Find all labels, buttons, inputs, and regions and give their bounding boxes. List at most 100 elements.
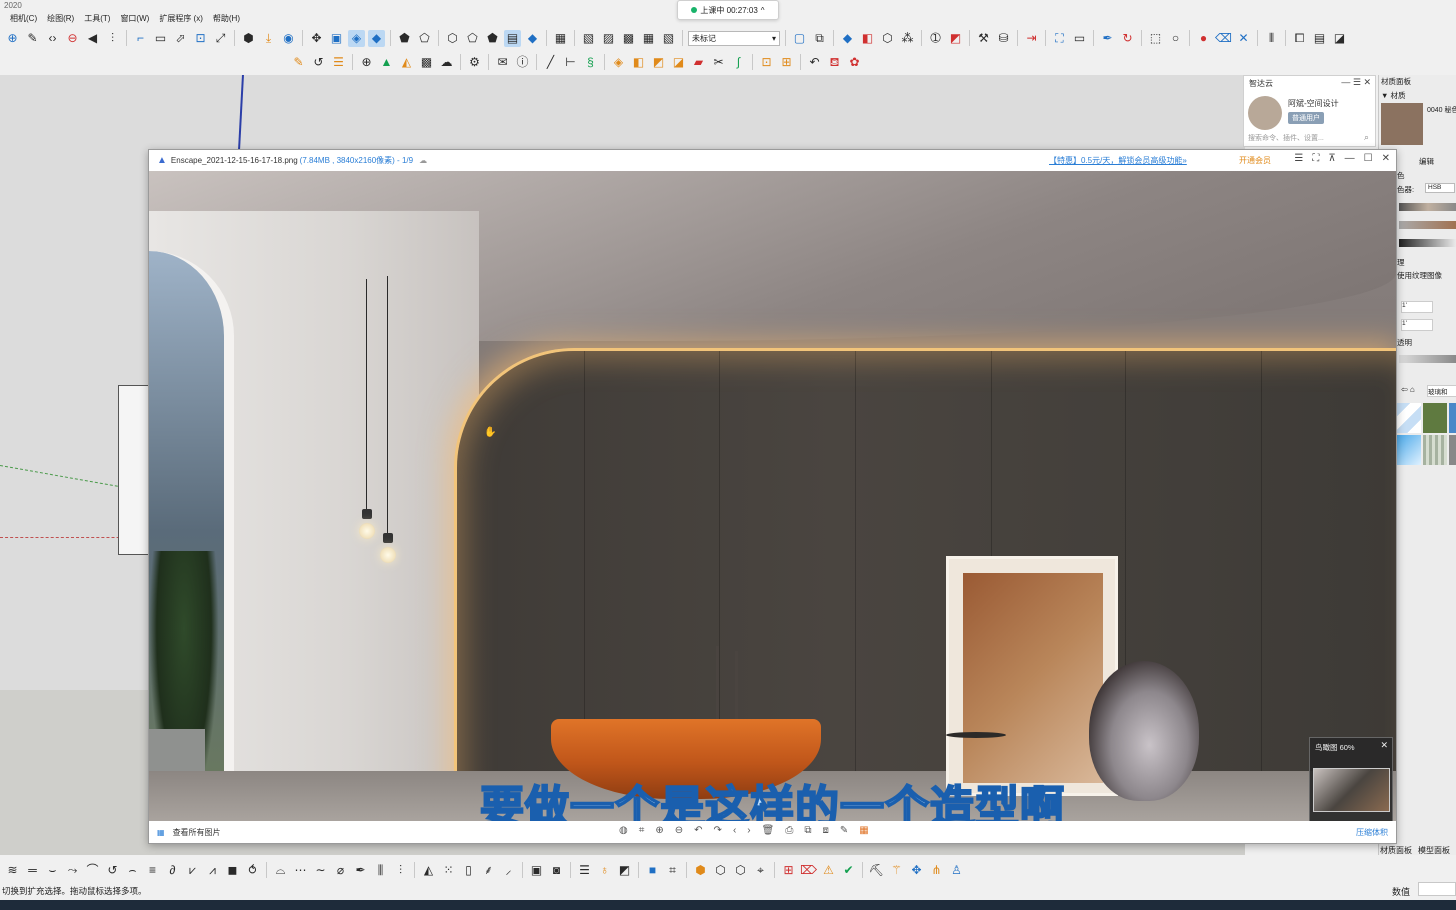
dots-icon[interactable]: ⁂ — [899, 30, 916, 47]
model-geometry[interactable] — [118, 385, 150, 555]
opacity-slider[interactable] — [1399, 355, 1456, 363]
copy-icon[interactable]: ⧉ — [804, 825, 811, 836]
book-icon[interactable]: ◆ — [524, 30, 541, 47]
fork-icon[interactable]: ⋔ — [928, 862, 945, 879]
back-arrow-icon[interactable]: ⇦ ⌂ — [1401, 385, 1415, 394]
window-icon[interactable]: ⧠ — [1291, 30, 1308, 47]
s-curve-icon[interactable]: § — [582, 54, 599, 71]
material-swatch[interactable] — [1381, 103, 1423, 145]
fullscreen-icon[interactable]: ⛶ — [1312, 153, 1319, 164]
hue-slider[interactable] — [1399, 203, 1456, 211]
material-tile[interactable] — [1423, 403, 1447, 433]
dots-line-icon[interactable]: ⋯ — [292, 862, 309, 879]
fence-icon[interactable]: ⫶ — [392, 862, 409, 879]
saturation-slider[interactable] — [1399, 221, 1456, 229]
pen-icon[interactable]: ✒ — [352, 862, 369, 879]
zoom-extents-icon[interactable]: ⤢ — [212, 30, 229, 47]
layers3-icon[interactable]: ▨ — [600, 30, 617, 47]
zoom-in-icon[interactable]: ⊕ — [655, 825, 663, 836]
blocks-icon[interactable]: ⊞ — [780, 862, 797, 879]
avatar[interactable] — [1248, 96, 1282, 130]
tag2-icon[interactable]: ◩ — [650, 54, 667, 71]
use-texture-checkbox[interactable]: 使用纹理图像 — [1397, 270, 1442, 281]
eyedropper-icon[interactable]: ✒ — [1099, 30, 1116, 47]
material-tile[interactable] — [1423, 435, 1447, 465]
feather-icon[interactable]: ⸙ — [480, 862, 497, 879]
spiral-icon[interactable]: ↺ — [104, 862, 121, 879]
materials-section[interactable]: ▼ 材质 — [1381, 90, 1406, 101]
warning-icon[interactable]: ⚠ — [820, 862, 837, 879]
plus-circle-icon[interactable]: ⊕ — [358, 54, 375, 71]
twist-icon[interactable]: ⥀ — [244, 862, 261, 879]
material-tile[interactable] — [1449, 435, 1456, 465]
cloud-sync-icon[interactable]: ☁ — [419, 156, 427, 165]
info-icon[interactable]: ⓘ — [514, 54, 531, 71]
flower-icon[interactable]: ✿ — [846, 54, 863, 71]
tag4-icon[interactable]: ▰ — [690, 54, 707, 71]
stack-icon[interactable]: ☰ — [330, 54, 347, 71]
zoom-out-icon[interactable]: ⊖ — [675, 825, 683, 836]
cube-active-icon[interactable]: ◈ — [348, 29, 365, 47]
curve4-icon[interactable]: ∂ — [164, 862, 181, 879]
tag-red-icon[interactable]: ⌦ — [800, 862, 817, 879]
tab-edit[interactable]: 编辑 — [1419, 156, 1434, 167]
bucket-icon[interactable]: ⛁ — [995, 30, 1012, 47]
mail-icon[interactable]: ✉ — [494, 54, 511, 71]
mouse-icon[interactable]: ◍ — [619, 825, 628, 836]
menu-extensions[interactable]: 扩展程序 (x) — [159, 13, 203, 24]
shape-icon[interactable]: ⬟ — [396, 30, 413, 47]
apps-icon[interactable]: ▦ — [859, 825, 868, 836]
search-icon[interactable]: ⌕ — [1364, 132, 1369, 143]
grid-dots-icon[interactable]: ⁙ — [440, 862, 457, 879]
line-icon[interactable]: ═ — [24, 862, 41, 879]
gear-icon[interactable]: ⚙ — [466, 54, 483, 71]
rect-blue-icon[interactable]: ■ — [644, 862, 661, 879]
layers6-icon[interactable]: ▧ — [660, 30, 677, 47]
minimize-icon[interactable]: — — [1345, 153, 1355, 164]
edit-icon[interactable]: ✎ — [840, 825, 848, 836]
export-icon[interactable]: ⇥ — [1023, 30, 1040, 47]
code-icon[interactable]: ‹› — [44, 30, 61, 47]
curve3-icon[interactable]: ⌢ — [124, 862, 141, 879]
rect-icon[interactable]: ⌐ — [132, 30, 149, 47]
menu-camera[interactable]: 相机(C) — [10, 13, 37, 24]
shape6-icon[interactable]: ▤ — [504, 29, 521, 47]
pencil-icon[interactable]: ✎ — [24, 30, 41, 47]
layers4-icon[interactable]: ▩ — [620, 30, 637, 47]
pick-icon[interactable]: ⛏ — [868, 862, 885, 879]
navigator-thumbnail[interactable] — [1313, 768, 1390, 812]
grid-icon[interactable]: ▤ — [1311, 30, 1328, 47]
brush-icon[interactable]: ⚒ — [975, 30, 992, 47]
layers5-icon[interactable]: ▦ — [640, 30, 657, 47]
delete-icon[interactable]: 🗑 — [762, 825, 775, 836]
refresh-icon[interactable]: ↻ — [1119, 30, 1136, 47]
menu-draw[interactable]: 绘图(R) — [47, 13, 74, 24]
expand-icon[interactable]: ⛶ — [1051, 30, 1068, 47]
shape2-icon[interactable]: ⬠ — [416, 30, 433, 47]
material-name[interactable]: 0040 秘色 — [1427, 105, 1456, 115]
box-icon[interactable]: ⊡ — [758, 54, 775, 71]
menu-window[interactable]: 窗口(W) — [120, 13, 149, 24]
tree-icon[interactable]: ▲ — [378, 54, 395, 71]
cube-icon[interactable]: ▣ — [328, 30, 345, 47]
navigator-box[interactable]: 鸟瞰图 60% ✕ — [1309, 737, 1393, 821]
hex-yellow-icon[interactable]: ⬢ — [692, 862, 709, 879]
box-icon[interactable]: ⬢ — [240, 30, 257, 47]
cube-icon[interactable]: ◼ — [224, 862, 241, 879]
info-icon[interactable]: ➀ — [927, 30, 944, 47]
slider-icon[interactable]: ▭ — [1071, 30, 1088, 47]
pyramid-icon[interactable]: ◭ — [420, 862, 437, 879]
chevron-up-icon[interactable]: ^ — [761, 6, 765, 15]
target-icon[interactable]: ⌖ — [752, 862, 769, 879]
menu-help[interactable]: 帮助(H) — [213, 13, 240, 24]
box2-icon[interactable]: ⊞ — [778, 54, 795, 71]
wand-icon[interactable]: ⚚ — [888, 862, 905, 879]
rendered-image[interactable]: ✋ 要做一个是这样的一个造型啊 鸟瞰图 60% ✕ — [149, 171, 1396, 821]
comb-icon[interactable]: ⫼ — [372, 862, 389, 879]
layers-icon[interactable]: ▦ — [552, 30, 569, 47]
half-square-icon[interactable]: ◩ — [616, 862, 633, 879]
push-pull-icon[interactable]: ⫶ — [104, 30, 121, 47]
eraser-blue-icon[interactable]: ⌫ — [1215, 30, 1232, 47]
line-tool-icon[interactable]: ╱ — [542, 54, 559, 71]
box-outline2-icon[interactable]: ◙ — [548, 862, 565, 879]
